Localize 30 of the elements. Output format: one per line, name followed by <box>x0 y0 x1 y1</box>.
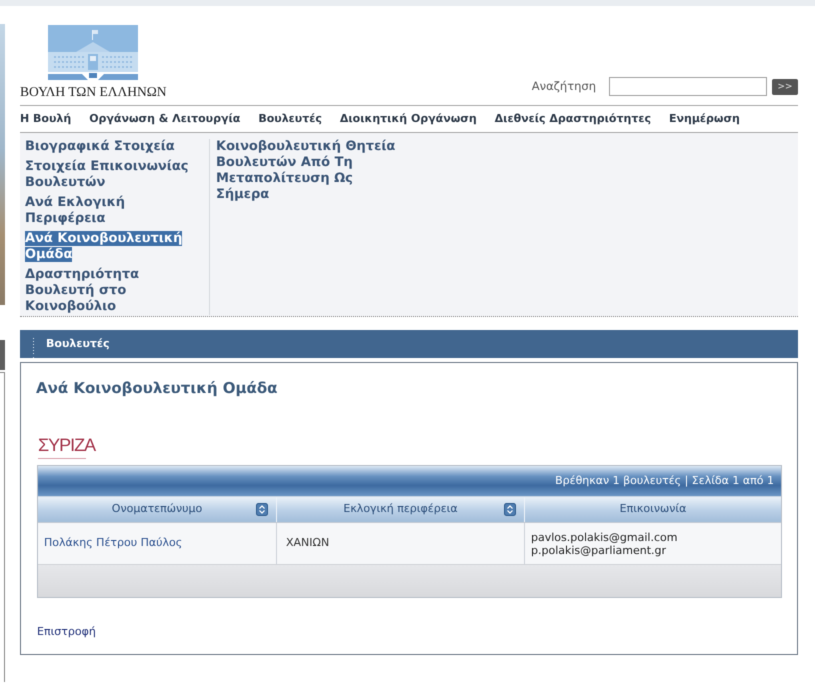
back-link[interactable]: Επιστροφή <box>37 624 96 640</box>
nav-link[interactable]: Η Βουλή <box>20 110 72 128</box>
nav-link[interactable]: Ενημέρωση <box>669 110 740 128</box>
column-title: Εκλογική περιφέρεια <box>342 501 459 518</box>
submenu-link[interactable]: Κοινοβουλευτική Θητεία Βουλευτών Από Τη Μεταπολίτευση Ως Σήμερα <box>216 139 402 203</box>
nav-link[interactable]: Οργάνωση & Λειτουργία <box>89 110 240 128</box>
page-heading: Ανά Κοινοβουλευτική Ομάδα <box>36 379 278 397</box>
member-link[interactable]: Πολάκης Πέτρου Παύλος <box>44 535 182 552</box>
party-logo: ΣΥΡΙΖΑ <box>38 435 100 462</box>
column-title: Ονοματεπώνυμο <box>110 501 204 518</box>
column-title: Επικοινωνία <box>618 501 688 518</box>
email-address: p.polakis@parliament.gr <box>531 544 666 556</box>
submenu-link[interactable]: Στοιχεία Επικοινωνίας Βουλευτών <box>25 159 199 191</box>
search-button[interactable]: >> <box>772 78 798 94</box>
submenu-link[interactable]: Δραστηριότητα Βουλευτή στο Κοινοβούλιο <box>25 267 199 315</box>
sort-icon[interactable] <box>504 503 516 516</box>
sort-icon[interactable] <box>256 503 268 516</box>
nav-link[interactable]: Διεθνείς Δραστηριότητες <box>494 110 651 128</box>
building-logo[interactable] <box>48 25 138 80</box>
nav-link[interactable]: Βουλευτές <box>258 110 322 128</box>
submenu-link[interactable]: Βιογραφικά Στοιχεία <box>25 139 175 155</box>
nav-link[interactable]: Διοικητική Οργάνωση <box>340 110 477 128</box>
submenu-link[interactable]: Ανά Εκλογική Περιφέρεια <box>25 195 199 227</box>
site-title: ΒΟΥΛΗ ΤΩΝ ΕΛΛΗΝΩΝ <box>20 83 167 100</box>
section-title: Βουλευτές <box>46 336 110 352</box>
result-count: Βρέθηκαν 1 βουλευτές | Σελίδα 1 από 1 <box>555 472 774 489</box>
side-panel-header <box>0 340 5 370</box>
search-field[interactable] <box>609 77 767 96</box>
email-address: pavlos.polakis@gmail.com <box>531 530 678 544</box>
search-label: Αναζήτηση <box>532 78 596 95</box>
